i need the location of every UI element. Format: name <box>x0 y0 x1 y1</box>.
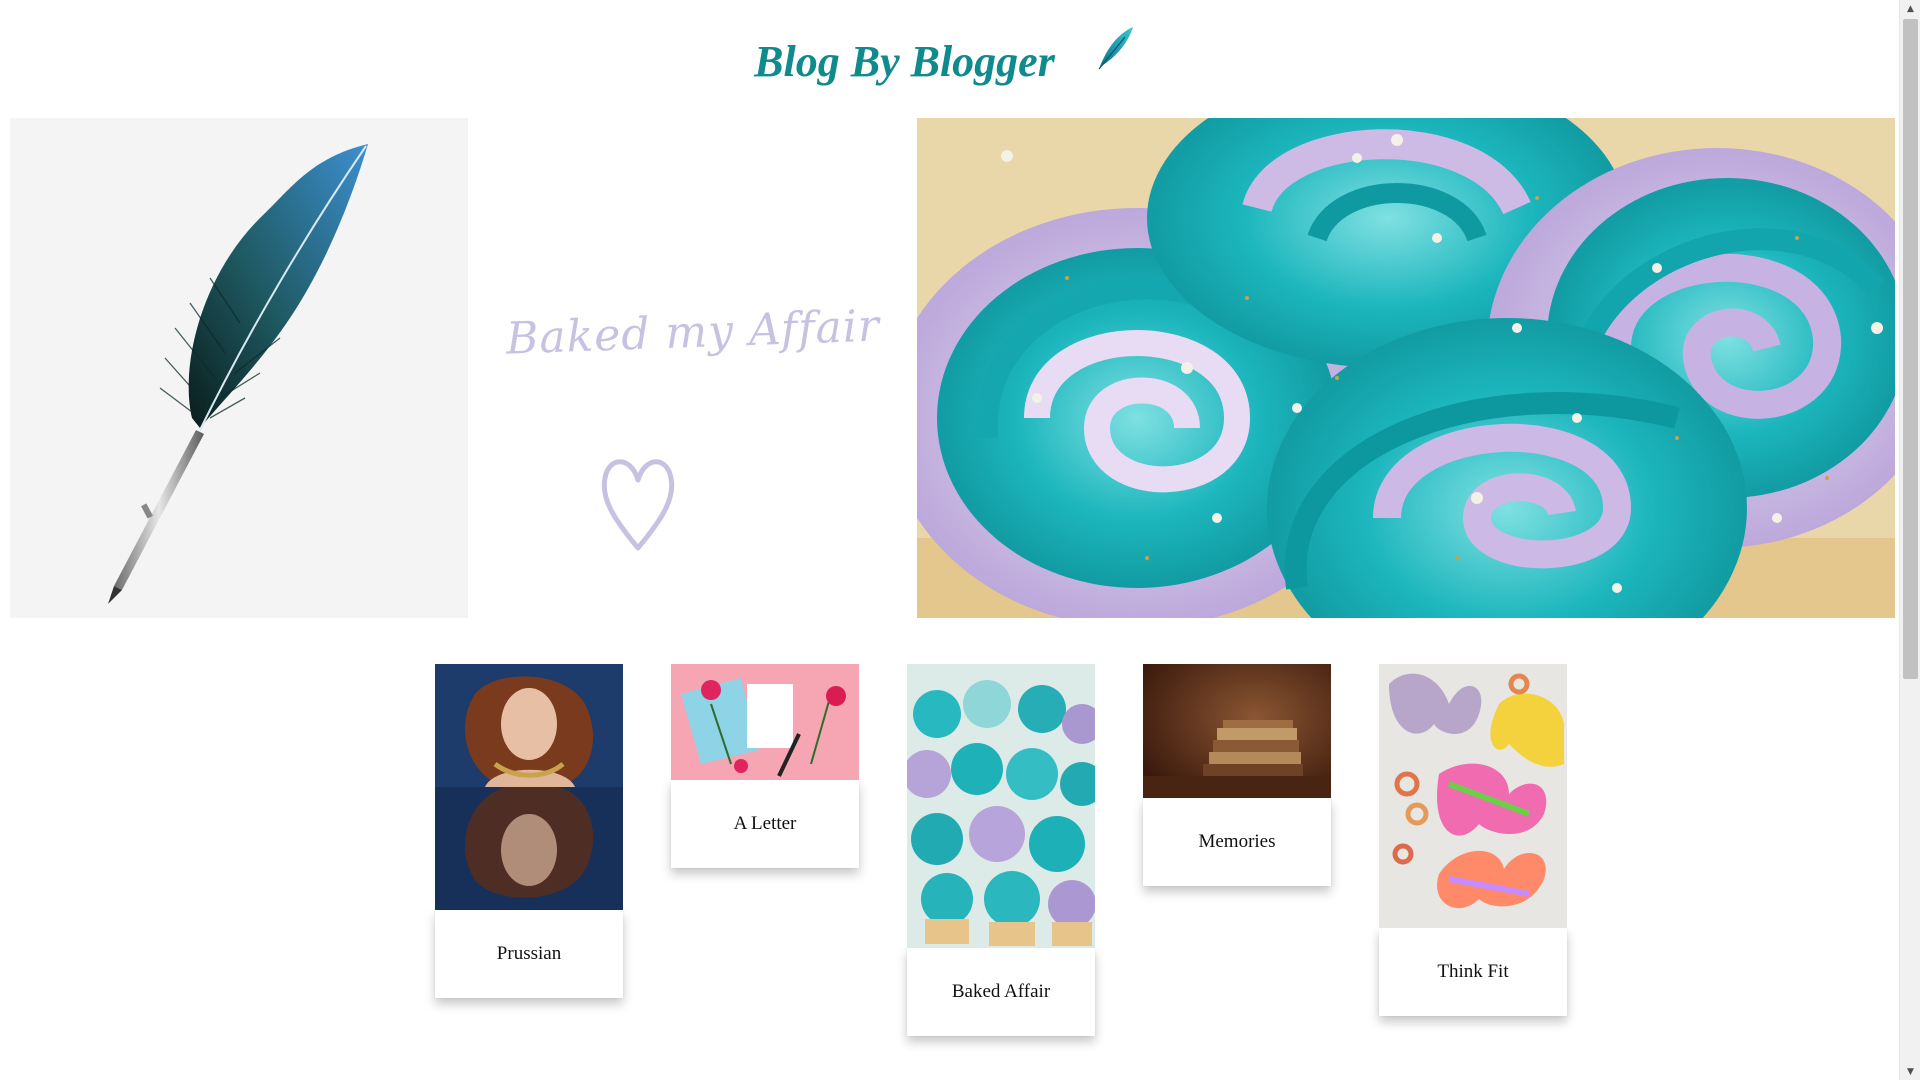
post-thumbnail[interactable] <box>907 664 1095 948</box>
post-cards: Prussian A Letter Baked Affair Memories … <box>0 664 1899 1064</box>
post-card-think-fit[interactable]: Think Fit <box>1379 664 1567 1016</box>
post-title[interactable]: Baked Affair <box>907 948 1095 1036</box>
post-card-a-letter[interactable]: A Letter <box>671 664 859 868</box>
post-title[interactable]: Memories <box>1143 798 1331 886</box>
scrollbar-thumb[interactable] <box>1903 19 1918 679</box>
post-thumbnail[interactable] <box>1143 664 1331 798</box>
hero-banner: Baked my Affair <box>10 118 1895 618</box>
cupcake-hero-image <box>917 118 1895 618</box>
heart-icon <box>601 459 675 551</box>
vertical-scrollbar[interactable]: ▲ ▼ <box>1899 0 1920 1080</box>
chevron-down-icon[interactable]: ▼ <box>1900 1063 1920 1080</box>
post-title[interactable]: Prussian <box>435 910 623 998</box>
post-title[interactable]: A Letter <box>671 780 859 868</box>
post-card-prussian[interactable]: Prussian <box>435 664 623 998</box>
post-title[interactable]: Think Fit <box>1379 928 1567 1016</box>
site-header: Blog By Blogger <box>0 26 1899 100</box>
post-card-baked-affair[interactable]: Baked Affair <box>907 664 1095 1036</box>
hero-brand-panel: Baked my Affair <box>468 118 917 618</box>
post-thumbnail[interactable] <box>671 664 859 780</box>
chevron-up-icon[interactable]: ▲ <box>1900 0 1920 17</box>
post-card-memories[interactable]: Memories <box>1143 664 1331 886</box>
brand-script-text: Baked my Affair <box>505 300 881 365</box>
post-thumbnail[interactable] <box>1379 664 1567 928</box>
quill-icon <box>1095 23 1135 73</box>
quill-pen-image <box>10 118 468 618</box>
site-title[interactable]: Blog By Blogger <box>754 36 1055 87</box>
post-thumbnail[interactable] <box>435 664 623 910</box>
